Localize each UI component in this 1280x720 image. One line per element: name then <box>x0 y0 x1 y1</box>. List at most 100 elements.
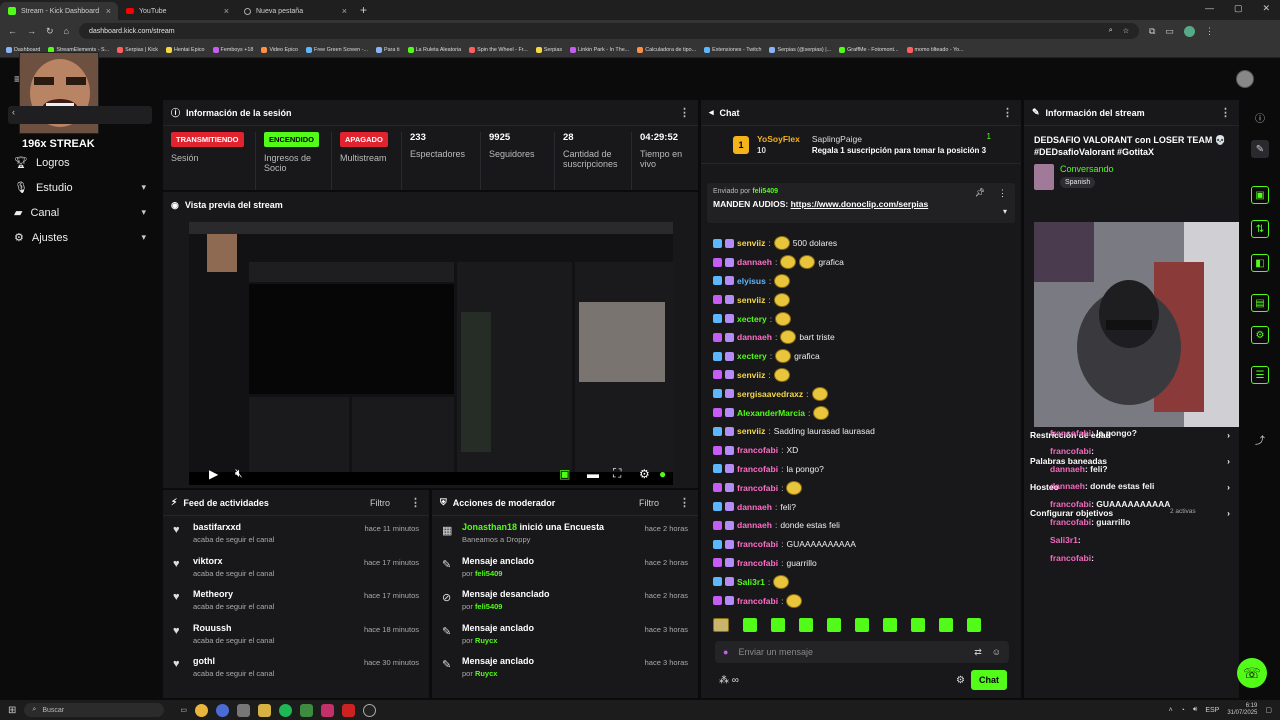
windows-start-icon[interactable]: ⊞ <box>8 705 16 716</box>
obs-app-icon[interactable] <box>363 703 377 717</box>
chat-username[interactable]: xectery <box>737 351 767 361</box>
language-indicator[interactable]: ESP <box>1205 707 1219 714</box>
close-window-icon[interactable]: ✕ <box>1262 3 1270 14</box>
chat-username[interactable]: dannaeh <box>737 332 772 342</box>
chat-tools-icon[interactable]: ⁂ ∞ <box>719 675 739 686</box>
emote-icon[interactable] <box>911 618 925 632</box>
maximize-icon[interactable]: ▢ <box>1234 3 1243 14</box>
translate-icon[interactable]: ⇄ <box>974 647 982 658</box>
pinned-link[interactable]: https://www.donoclip.com/serpias <box>791 199 929 209</box>
chat-settings-icon[interactable]: ⚙ <box>956 675 965 686</box>
home-icon[interactable]: ⌂ <box>64 26 69 36</box>
chat-username[interactable]: senviiz <box>737 295 765 305</box>
support-chat-button[interactable]: ☏ <box>1237 658 1267 688</box>
bookmark-item[interactable]: Linkin Park - In The... <box>570 46 629 53</box>
volume-icon[interactable]: 🔊︎ <box>1193 706 1197 714</box>
layout-icon[interactable]: ⇅ <box>1251 220 1269 238</box>
edit-icon[interactable]: ✎ <box>1251 140 1269 158</box>
spotify-app-icon[interactable] <box>279 703 293 717</box>
mod-user[interactable]: Jonasthan18 <box>462 522 517 532</box>
emote-icon[interactable] <box>827 618 841 632</box>
files-app-icon[interactable] <box>258 703 272 717</box>
chat-username[interactable]: senviiz <box>737 370 765 380</box>
tab-youtube[interactable]: YouTube × <box>118 2 236 20</box>
bookmark-star-icon[interactable]: ☆ <box>1123 27 1129 35</box>
bookmark-item[interactable]: La Ruleta Aleatoria <box>407 46 461 53</box>
app-icon[interactable] <box>237 703 251 717</box>
clip-icon[interactable]: ▣ <box>559 467 570 481</box>
notifications-icon[interactable]: ▢ <box>1265 706 1272 714</box>
share-icon[interactable]: ⤴ <box>1251 430 1269 448</box>
sidebar-item-stream[interactable]: ‹ <box>8 106 152 124</box>
chat-username[interactable]: francofabi <box>737 596 778 606</box>
sidepanel-icon[interactable]: ▭ <box>1165 26 1174 37</box>
close-tab-icon[interactable]: × <box>224 6 229 16</box>
chevron-down-icon[interactable]: ▾ <box>1003 207 1007 216</box>
collapse-icon[interactable]: ‹ <box>12 107 15 117</box>
more-options-icon[interactable]: ⋮ <box>679 106 690 119</box>
emote-icon[interactable] <box>743 618 757 632</box>
activity-user[interactable]: viktorx <box>193 556 274 566</box>
emote-icon[interactable] <box>771 618 785 632</box>
more-options-icon[interactable]: ⋮ <box>679 496 690 509</box>
settings-icon[interactable]: ⚙ <box>639 467 650 481</box>
mod-action-user[interactable]: Ruycx <box>475 636 498 645</box>
app-icon[interactable] <box>216 703 230 717</box>
chat-username[interactable]: sergisaavedraxz <box>737 389 803 399</box>
more-options-icon[interactable]: ⋮ <box>998 188 1007 199</box>
pin-icon[interactable]: 📌︎ <box>975 188 985 197</box>
sidebar-item-estudio[interactable]: 🎙︎ Estudio ▾ <box>0 175 160 200</box>
minimize-icon[interactable]: — <box>1205 3 1214 14</box>
bookmark-item[interactable]: Serpias | Kick <box>117 46 158 53</box>
bookmark-item[interactable]: Extensiones - Twitch <box>704 46 761 53</box>
app-icon[interactable] <box>321 703 335 717</box>
emote-icon[interactable] <box>713 618 729 632</box>
wifi-icon[interactable]: ◔ <box>1181 707 1185 714</box>
url-input[interactable]: dashboard.kick.com/stream ⌕ ☆ <box>78 23 1139 39</box>
info-icon[interactable]: ⓘ <box>1251 108 1269 126</box>
activity-user[interactable]: gothl <box>193 656 274 666</box>
chat-username[interactable]: xectery <box>737 314 767 324</box>
mute-icon[interactable]: 🔇︎ <box>235 466 243 481</box>
chat-username[interactable]: francofabi <box>737 483 778 493</box>
mod-action-user[interactable]: feli5409 <box>475 569 503 578</box>
users-icon[interactable]: ⚙ <box>1251 326 1269 344</box>
sidebar-item-canal[interactable]: ▰ Canal ▾ <box>0 200 160 225</box>
chat-username[interactable]: elyisus <box>737 276 766 286</box>
chat-username[interactable]: AlexanderMarcia <box>737 408 805 418</box>
task-view-icon[interactable]: ▭ <box>180 706 187 714</box>
chat-username[interactable]: Sali3r1 <box>737 577 765 587</box>
tab-new[interactable]: Nueva pestaña × <box>236 2 354 20</box>
app-icon[interactable] <box>342 703 356 717</box>
theater-icon[interactable]: ▬ <box>587 467 599 481</box>
chat-username[interactable]: dannaeh <box>737 520 772 530</box>
new-tab-icon[interactable]: + <box>360 3 367 17</box>
bookmark-item[interactable]: Para ti <box>375 46 400 53</box>
tray-chevron-icon[interactable]: ˄ <box>1169 707 1173 714</box>
bookmark-item[interactable]: Video Epico <box>261 46 298 53</box>
emote-icon[interactable] <box>967 618 981 632</box>
chat-username[interactable]: francofabi <box>737 539 778 549</box>
fullscreen-icon[interactable]: ⛶ <box>613 466 621 481</box>
chat-username[interactable]: senviiz <box>737 238 765 248</box>
user-avatar[interactable] <box>1236 70 1254 88</box>
close-tab-icon[interactable]: × <box>342 6 347 16</box>
zoom-icon[interactable]: ⌕ <box>1109 27 1113 35</box>
tab-kick-dashboard[interactable]: Stream - Kick Dashboard × <box>0 2 118 20</box>
mod-action-user[interactable]: Ruycx <box>475 669 498 678</box>
activity-icon[interactable]: ◧ <box>1251 254 1269 272</box>
bookmark-item[interactable]: momo tilteado - Yo... <box>906 46 964 53</box>
emote-icon[interactable] <box>939 618 953 632</box>
sidebar-item-ajustes[interactable]: ⚙ Ajustes ▾ <box>0 225 160 250</box>
emote-icon[interactable] <box>799 618 813 632</box>
bookmark-item[interactable]: Femboys +18 <box>212 46 253 53</box>
puzzle-icon[interactable]: ☰ <box>1251 366 1269 384</box>
chrome-app-icon[interactable] <box>195 703 209 717</box>
filter-button[interactable]: Filtro <box>370 498 390 508</box>
bookmark-item[interactable]: Spin the Wheel - Fr... <box>469 46 528 53</box>
category-row[interactable]: Conversando Spanish <box>1024 158 1239 196</box>
chat-username[interactable]: senviiz <box>737 426 765 436</box>
chat-username[interactable]: francofabi <box>737 445 778 455</box>
pinned-message[interactable]: Enviado por feli5409 MANDEN AUDIOS: http… <box>707 183 1015 223</box>
chat-username[interactable]: francofabi <box>737 558 778 568</box>
